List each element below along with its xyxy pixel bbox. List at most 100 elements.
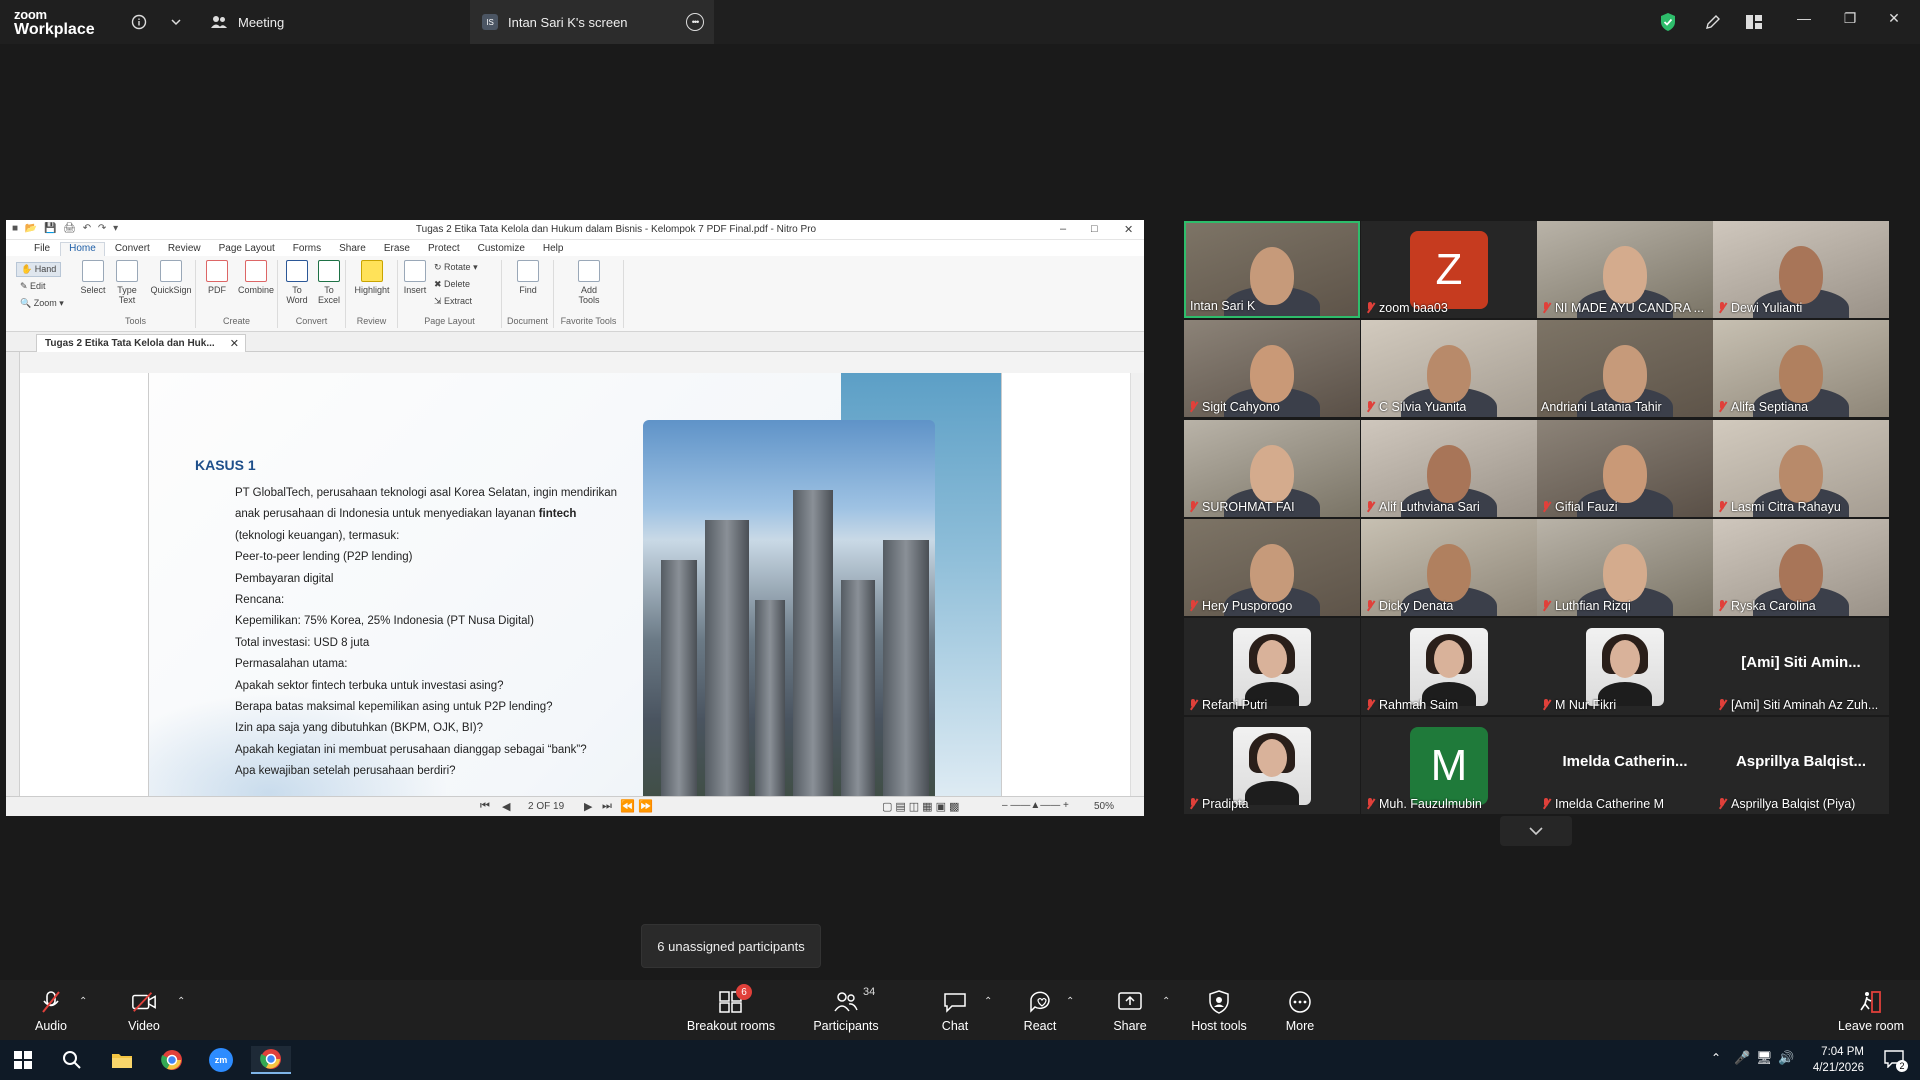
pdf-button[interactable]: PDF xyxy=(202,260,232,295)
participant-tile[interactable]: Asprillya Balqist... Asprillya Balqist (P… xyxy=(1713,717,1889,814)
video-button[interactable]: Video xyxy=(99,990,189,1033)
participant-tile[interactable]: Alif Luthviana Sari xyxy=(1361,420,1537,517)
document-tab[interactable]: Tugas 2 Etika Tata Kelola dan Huk... ✕ xyxy=(36,334,246,352)
participant-tile[interactable]: Dewi Yulianti xyxy=(1713,221,1889,318)
tab-shared-screen[interactable]: IS Intan Sari K's screen ••• xyxy=(470,0,714,44)
hand-tool-button[interactable]: ✋ Hand xyxy=(16,262,62,277)
quick-access-toolbar[interactable]: ■ 📂 💾 🖨 ↶ ↷ ▾ xyxy=(12,223,120,234)
menu-page-layout[interactable]: Page Layout xyxy=(211,243,283,256)
pdf-scrollbar[interactable] xyxy=(1130,373,1144,796)
menu-home[interactable]: Home xyxy=(60,242,105,256)
audio-options-caret-icon[interactable]: ⌃ xyxy=(79,996,87,1007)
chat-options-caret-icon[interactable]: ⌃ xyxy=(984,996,992,1007)
menu-protect[interactable]: Protect xyxy=(420,243,468,256)
view-mode-icons[interactable]: ▢▤◫▦▣▩ xyxy=(882,800,962,813)
to-word-button[interactable]: To Word xyxy=(282,260,312,305)
menu-file[interactable]: File xyxy=(26,243,58,256)
last-page-icon[interactable]: ⏭ xyxy=(602,800,612,813)
participant-tile[interactable]: Sigit Cahyono xyxy=(1184,320,1360,417)
minimize-icon[interactable]: — xyxy=(1790,10,1818,26)
pdf-viewer[interactable]: KASUS 1 PT GlobalTech, perusahaan teknol… xyxy=(20,373,1130,796)
quicksign-button[interactable]: QuickSign xyxy=(148,260,194,295)
leave-room-button[interactable]: Leave room xyxy=(1826,990,1916,1033)
zoom-slider[interactable]: – ——▲—— + xyxy=(1002,800,1069,811)
more-button[interactable]: More xyxy=(1255,990,1345,1033)
participant-tile[interactable]: Andriani Latania Tahir xyxy=(1537,320,1713,417)
forward-view-icon[interactable]: ⏩ xyxy=(638,799,653,813)
file-explorer-icon[interactable] xyxy=(102,1046,142,1074)
tray-mic-icon[interactable]: 🎤 xyxy=(1734,1050,1750,1066)
previous-page-icon[interactable]: ◀ xyxy=(502,800,510,813)
menu-convert[interactable]: Convert xyxy=(107,243,158,256)
participant-tile[interactable]: Gifial Fauzi xyxy=(1537,420,1713,517)
participant-tile[interactable]: [Ami] Siti Amin... [Ami] Siti Aminah Az Z… xyxy=(1713,618,1889,715)
menu-erase[interactable]: Erase xyxy=(376,243,418,256)
host-tools-button[interactable]: Host tools xyxy=(1174,990,1264,1033)
type-text-button[interactable]: Type Text xyxy=(112,260,142,305)
participant-tile[interactable]: Ryska Carolina xyxy=(1713,519,1889,616)
participant-tile[interactable]: SUROHMAT FAI xyxy=(1184,420,1360,517)
meeting-info-icon[interactable] xyxy=(127,10,151,34)
participants-button[interactable]: 34 Participants xyxy=(801,986,891,1033)
breakout-rooms-button[interactable]: 6 Breakout rooms xyxy=(686,984,776,1033)
zoom-app-icon[interactable]: zm xyxy=(201,1046,241,1074)
chevron-down-icon[interactable] xyxy=(164,10,188,34)
participant-tile[interactable]: Zzoom baa03 xyxy=(1361,221,1537,318)
participant-tile[interactable]: Luthfian Rizqi xyxy=(1537,519,1713,616)
menu-review[interactable]: Review xyxy=(160,243,209,256)
next-page-icon[interactable]: ▶ xyxy=(584,800,592,813)
extract-button[interactable]: ⇲ Extract xyxy=(434,296,472,307)
nitro-close-icon[interactable]: ✕ xyxy=(1124,223,1133,236)
menu-forms[interactable]: Forms xyxy=(285,243,329,256)
nitro-maximize-icon[interactable]: □ xyxy=(1091,223,1098,235)
gallery-scroll-down-icon[interactable] xyxy=(1500,816,1572,846)
participant-tile[interactable]: Lasmi Citra Rahayu xyxy=(1713,420,1889,517)
annotate-pen-icon[interactable] xyxy=(1701,10,1725,34)
first-page-icon[interactable]: ⏮ xyxy=(480,800,490,813)
close-tab-icon[interactable]: ✕ xyxy=(230,337,239,350)
find-button[interactable]: Find xyxy=(513,260,543,295)
delete-button[interactable]: ✖ Delete xyxy=(434,279,470,290)
participant-tile[interactable]: M Muh. Fauzulmubin xyxy=(1361,717,1537,814)
menu-help[interactable]: Help xyxy=(535,243,572,256)
security-shield-icon[interactable] xyxy=(1656,10,1680,34)
edit-tool-button[interactable]: ✎ Edit xyxy=(20,281,46,292)
add-tools-button[interactable]: Add Tools xyxy=(574,260,604,305)
chrome-icon[interactable] xyxy=(152,1046,192,1074)
zoom-tool-button[interactable]: 🔍 Zoom ▾ xyxy=(20,298,64,309)
participant-tile[interactable]: Rahmah Saim xyxy=(1361,618,1537,715)
close-icon[interactable]: ✕ xyxy=(1880,10,1908,27)
view-layout-icon[interactable] xyxy=(1742,10,1766,34)
participant-tile[interactable]: C Silvia Yuanita xyxy=(1361,320,1537,417)
rotate-button[interactable]: ↻ Rotate ▾ xyxy=(434,262,478,273)
insert-button[interactable]: Insert xyxy=(400,260,430,295)
participant-tile[interactable]: Refani Putri xyxy=(1184,618,1360,715)
zoom-percent[interactable]: 50% xyxy=(1094,801,1114,812)
restore-icon[interactable]: ❐ xyxy=(1836,10,1864,27)
participant-tile[interactable]: Hery Pusporogo xyxy=(1184,519,1360,616)
search-icon[interactable] xyxy=(52,1046,92,1074)
tab-meeting[interactable]: Meeting xyxy=(210,0,284,44)
nitro-minimize-icon[interactable]: – xyxy=(1060,223,1066,235)
participant-tile[interactable]: Alifa Septiana xyxy=(1713,320,1889,417)
tray-volume-icon[interactable]: 🔊 xyxy=(1778,1050,1794,1066)
left-panel-strip[interactable] xyxy=(6,352,20,796)
chrome-active-icon[interactable] xyxy=(251,1046,291,1074)
participant-tile[interactable]: Intan Sari K xyxy=(1184,221,1360,318)
menu-customize[interactable]: Customize xyxy=(470,243,533,256)
participant-tile[interactable]: Dicky Denata xyxy=(1361,519,1537,616)
participant-tile[interactable]: NI MADE AYU CANDRA ... xyxy=(1537,221,1713,318)
react-options-caret-icon[interactable]: ⌃ xyxy=(1066,996,1074,1007)
menu-share[interactable]: Share xyxy=(331,243,374,256)
participant-tile[interactable]: Imelda Catherin... Imelda Catherine M xyxy=(1537,717,1713,814)
share-options-caret-icon[interactable]: ⌃ xyxy=(1162,996,1170,1007)
participant-tile[interactable]: Pradipta xyxy=(1184,717,1360,814)
tray-network-icon[interactable]: 🖥 xyxy=(1756,1050,1773,1066)
highlight-button[interactable]: Highlight xyxy=(350,260,394,295)
tray-chevron-up-icon[interactable]: ⌃ xyxy=(1711,1051,1721,1065)
windows-start-icon[interactable] xyxy=(3,1046,43,1074)
tray-clock[interactable]: 7:04 PM 4/21/2026 xyxy=(1813,1044,1864,1076)
to-excel-button[interactable]: To Excel xyxy=(314,260,344,305)
notification-center-icon[interactable]: 2 xyxy=(1884,1050,1908,1072)
page-indicator[interactable]: 2 OF 19 xyxy=(528,801,564,812)
